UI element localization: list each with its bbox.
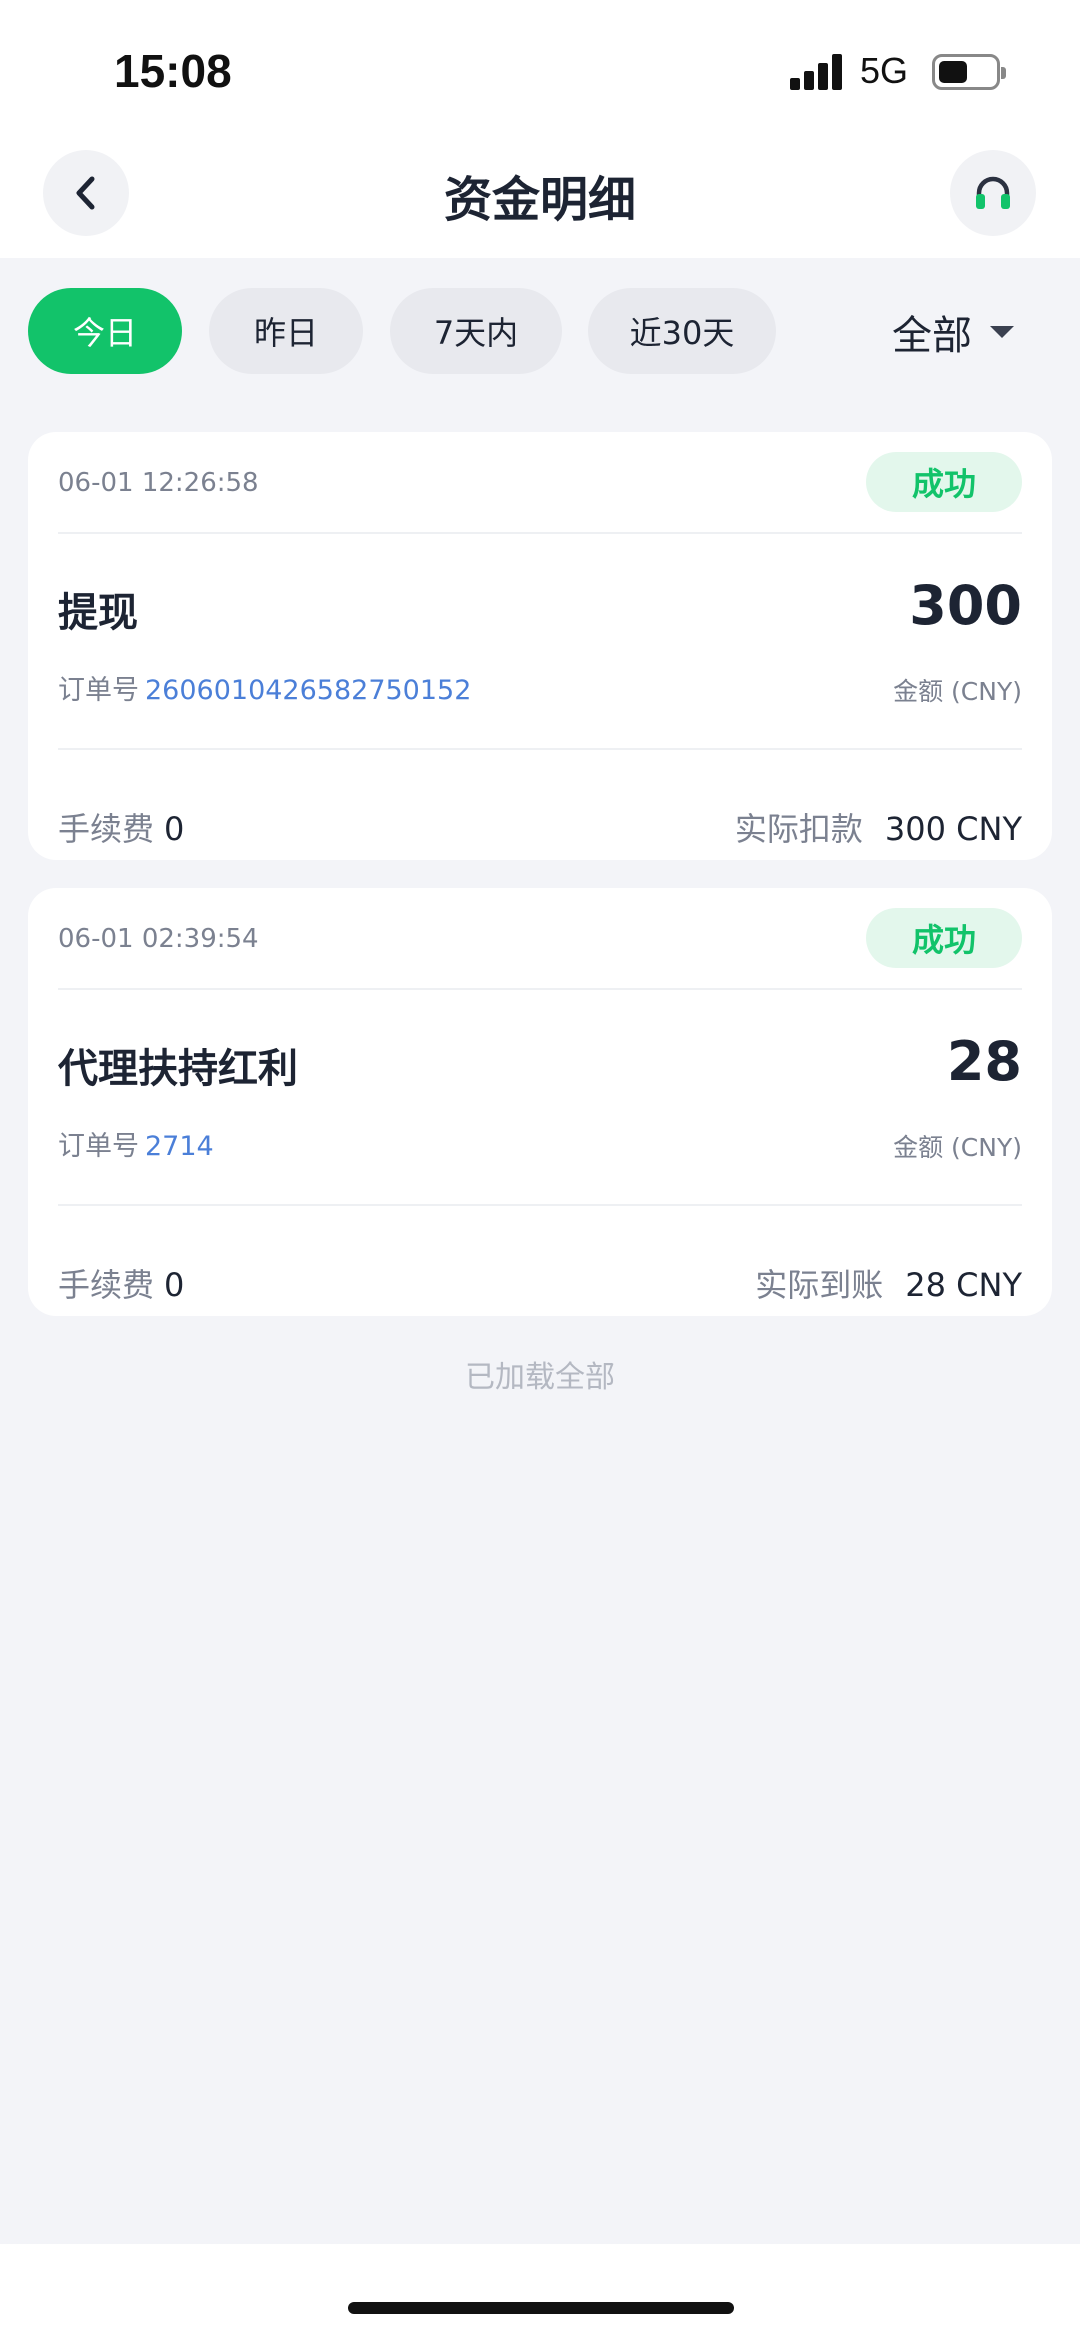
transaction-card[interactable]: 06-01 12:26:58 成功 提现 300 订单号 260601042658… [28, 432, 1052, 860]
order-number: 订单号 2606010426582750152 [58, 668, 471, 707]
order-number-value[interactable]: 2606010426582750152 [145, 675, 471, 706]
type-filter-dropdown[interactable]: 全部 [892, 302, 1014, 362]
order-label: 订单号 [58, 675, 139, 706]
battery-icon [932, 54, 1006, 90]
fee-label: 手续费 [58, 1266, 155, 1304]
network-type: 5G [860, 50, 909, 91]
actual-value: 28 CNY [905, 1266, 1022, 1304]
divider [58, 748, 1022, 750]
divider [58, 1204, 1022, 1206]
filter-chip-today[interactable]: 今日 [28, 288, 182, 374]
amount-unit-label: 金额 (CNY) [893, 1133, 1022, 1162]
transaction-amount: 300 [909, 574, 1022, 637]
actual-label: 实际到账 [755, 1266, 884, 1304]
actual-amount-info: 实际到账 28 CNY [755, 1260, 1022, 1306]
type-filter-label: 全部 [892, 313, 972, 359]
fee-info: 手续费 0 [58, 1260, 184, 1306]
home-indicator[interactable] [348, 2302, 734, 2314]
transaction-time: 06-01 02:39:54 [58, 924, 259, 954]
actual-label: 实际扣款 [734, 810, 863, 848]
fee-label: 手续费 [58, 810, 155, 848]
transaction-card[interactable]: 06-01 02:39:54 成功 代理扶持红利 28 订单号 2714 金额 (… [28, 888, 1052, 1316]
status-time: 15:08 [114, 45, 232, 97]
divider [58, 988, 1022, 990]
header-area: 15:08 5G 资金明细 [0, 0, 1080, 258]
status-bar: 15:08 5G [0, 0, 1080, 140]
date-filter-bar: 今日 昨日 7天内 近30天 全部 [0, 288, 1080, 376]
fee-value: 0 [164, 810, 185, 848]
amount-unit-label: 金额 (CNY) [893, 677, 1022, 706]
actual-amount-info: 实际扣款 300 CNY [735, 804, 1022, 850]
page-title: 资金明细 [443, 172, 636, 228]
bottom-safe-area [0, 2244, 1080, 2338]
fee-info: 手续费 0 [58, 804, 184, 850]
filter-chip-yesterday[interactable]: 昨日 [209, 288, 363, 374]
headset-icon [976, 176, 1010, 209]
order-label: 订单号 [58, 1131, 139, 1162]
status-badge: 成功 [866, 452, 1022, 512]
fee-value: 0 [164, 1266, 185, 1304]
order-number: 订单号 2714 [58, 1124, 214, 1163]
transaction-type: 代理扶持红利 [58, 1046, 298, 1092]
transaction-amount: 28 [946, 1030, 1022, 1093]
transaction-time: 06-01 12:26:58 [58, 468, 259, 498]
customer-service-button[interactable] [950, 150, 1036, 236]
order-number-value[interactable]: 2714 [145, 1131, 214, 1162]
filter-chip-30days[interactable]: 近30天 [588, 288, 776, 374]
transaction-type: 提现 [58, 590, 138, 636]
signal-icon [790, 54, 844, 90]
caret-down-icon [990, 326, 1014, 338]
all-loaded-text: 已加载全部 [465, 1360, 615, 1395]
status-badge: 成功 [866, 908, 1022, 968]
filter-chip-7days[interactable]: 7天内 [390, 288, 562, 374]
divider [58, 532, 1022, 534]
actual-value: 300 CNY [884, 810, 1022, 848]
